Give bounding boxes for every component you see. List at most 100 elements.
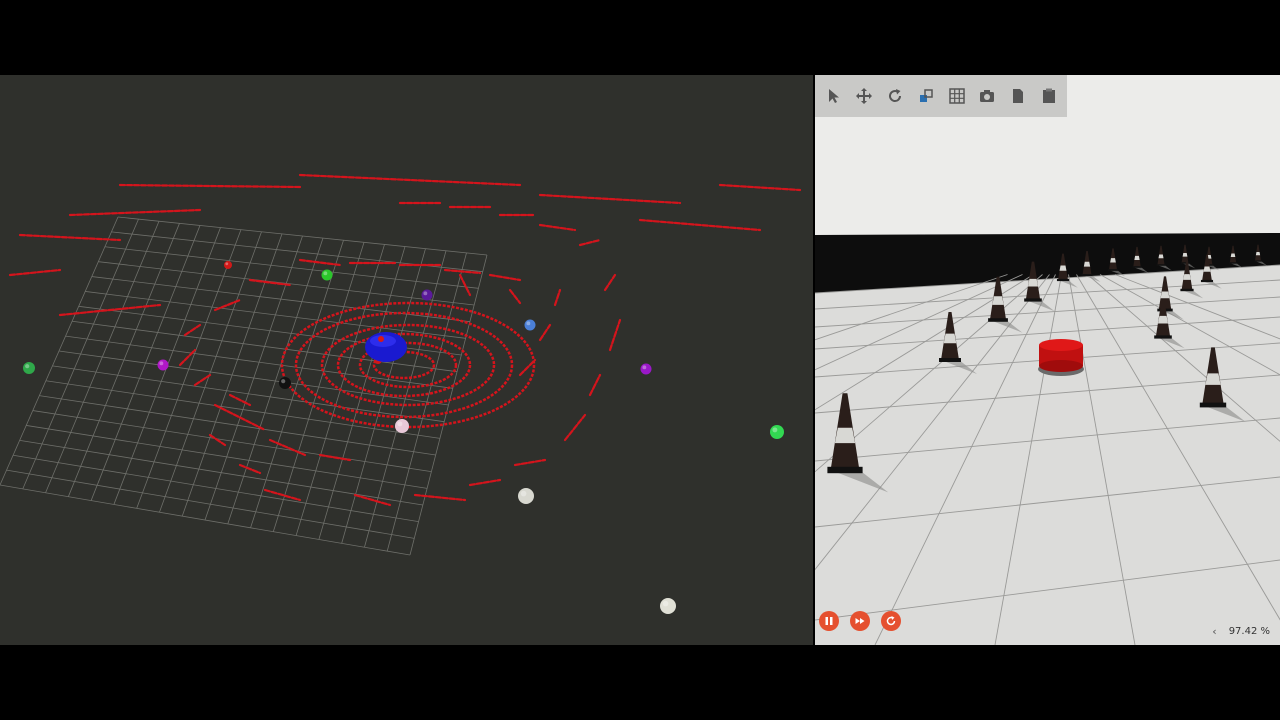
object-highlight [662,600,669,607]
laser-segment [213,298,242,312]
cone-stripe [1110,258,1116,263]
grid-line [19,439,423,506]
laser-segment [603,273,617,292]
simulation-controls [819,611,912,631]
scale-tool-button[interactable] [913,83,938,109]
laser-segment [68,208,202,217]
laser-segment [458,273,472,297]
laser-segment [118,183,302,189]
object-marker [660,598,676,614]
robot-heading [378,336,384,342]
grid-line [39,395,436,456]
cone-stripe [1182,252,1188,257]
object-marker [421,289,433,301]
sky [815,117,1280,235]
laser-segment [18,233,122,242]
translate-tool-button[interactable] [852,83,877,109]
grid-line [364,250,447,548]
real-time-factor-value: 97.42 % [1228,626,1270,637]
rotate-icon [889,89,902,102]
robot-base [1039,360,1083,372]
cone-base [1180,288,1194,292]
arrow-pointer-icon [828,89,839,103]
grid-line [32,410,432,473]
laser-segment [353,493,392,507]
cone-stripe [1160,291,1170,299]
robot-model [1038,339,1084,376]
laser-segment [248,278,292,287]
cone-base [1254,260,1262,262]
pause-button[interactable] [819,611,839,631]
copy-tool-button[interactable] [1006,83,1031,109]
object-marker [640,363,652,375]
laser-segment [468,478,502,487]
laser-segment [538,223,577,232]
cone-base [827,466,863,474]
laser-segment [298,173,522,187]
cone-base [1229,262,1237,264]
object-highlight [25,364,30,369]
cone-stripe [943,333,957,344]
cone-base [1156,264,1166,266]
cone-stripe [1183,274,1191,280]
laser-segment [638,218,762,232]
chevron-left-icon[interactable]: ‹ [1212,625,1216,638]
object-highlight [397,421,403,427]
rotate-tool-button[interactable] [883,83,908,109]
object-marker [157,359,169,371]
step-button[interactable] [850,611,870,631]
cone-stripe [1158,254,1164,259]
scale-icon [919,89,933,102]
letterbox-top [0,0,1280,75]
object-highlight [323,271,328,276]
laser-segment [183,323,202,337]
copy-icon [1013,89,1024,103]
object-highlight [772,427,778,433]
object-highlight [423,291,428,296]
gazebo-scene [815,117,1280,645]
fast-forward-icon [855,618,865,624]
cone-stripe [992,296,1004,305]
paste-tool-button[interactable] [1036,83,1061,109]
object-highlight [526,321,531,326]
object-highlight [159,361,164,366]
cone-stripe [1157,315,1169,324]
select-tool-button[interactable] [821,83,846,109]
laser-segment [608,318,622,352]
reset-icon [886,616,896,626]
rviz-3d-view[interactable] [0,75,813,645]
cone-stripe [1255,252,1261,256]
laser-segment [298,258,342,267]
paste-icon [1042,88,1055,103]
laser-segment [318,453,352,462]
laser-segment [588,373,602,397]
camera-icon [980,90,995,102]
laser-segment [488,273,522,282]
grid-line [45,380,441,439]
laser-segment [413,493,467,502]
laser-segment [538,193,682,205]
cone-base [1199,402,1227,408]
object-marker [524,319,536,331]
object-highlight [642,365,647,370]
real-time-factor: ‹ 97.42 % [1212,625,1270,638]
screenshot-tool-button[interactable] [975,83,1000,109]
cone-stripe [1083,261,1091,267]
move-arrows-icon [856,88,873,104]
cone-base [939,358,961,362]
laser-segment [553,288,562,307]
rviz-scene [0,173,802,614]
object-marker [770,425,784,439]
laser-segment [718,183,802,192]
laser-segment [263,488,302,502]
grid-tool-button[interactable] [944,83,969,109]
object-marker [224,261,232,269]
laser-segment [508,288,522,305]
letterbox-bottom [0,645,1280,720]
object-highlight [225,262,229,266]
gazebo-3d-view[interactable]: ‹ 97.42 % [815,75,1280,645]
laser-segment [8,268,62,277]
grid-line [13,454,419,523]
gazebo-toolbar [815,75,1067,117]
reset-button[interactable] [881,611,901,631]
